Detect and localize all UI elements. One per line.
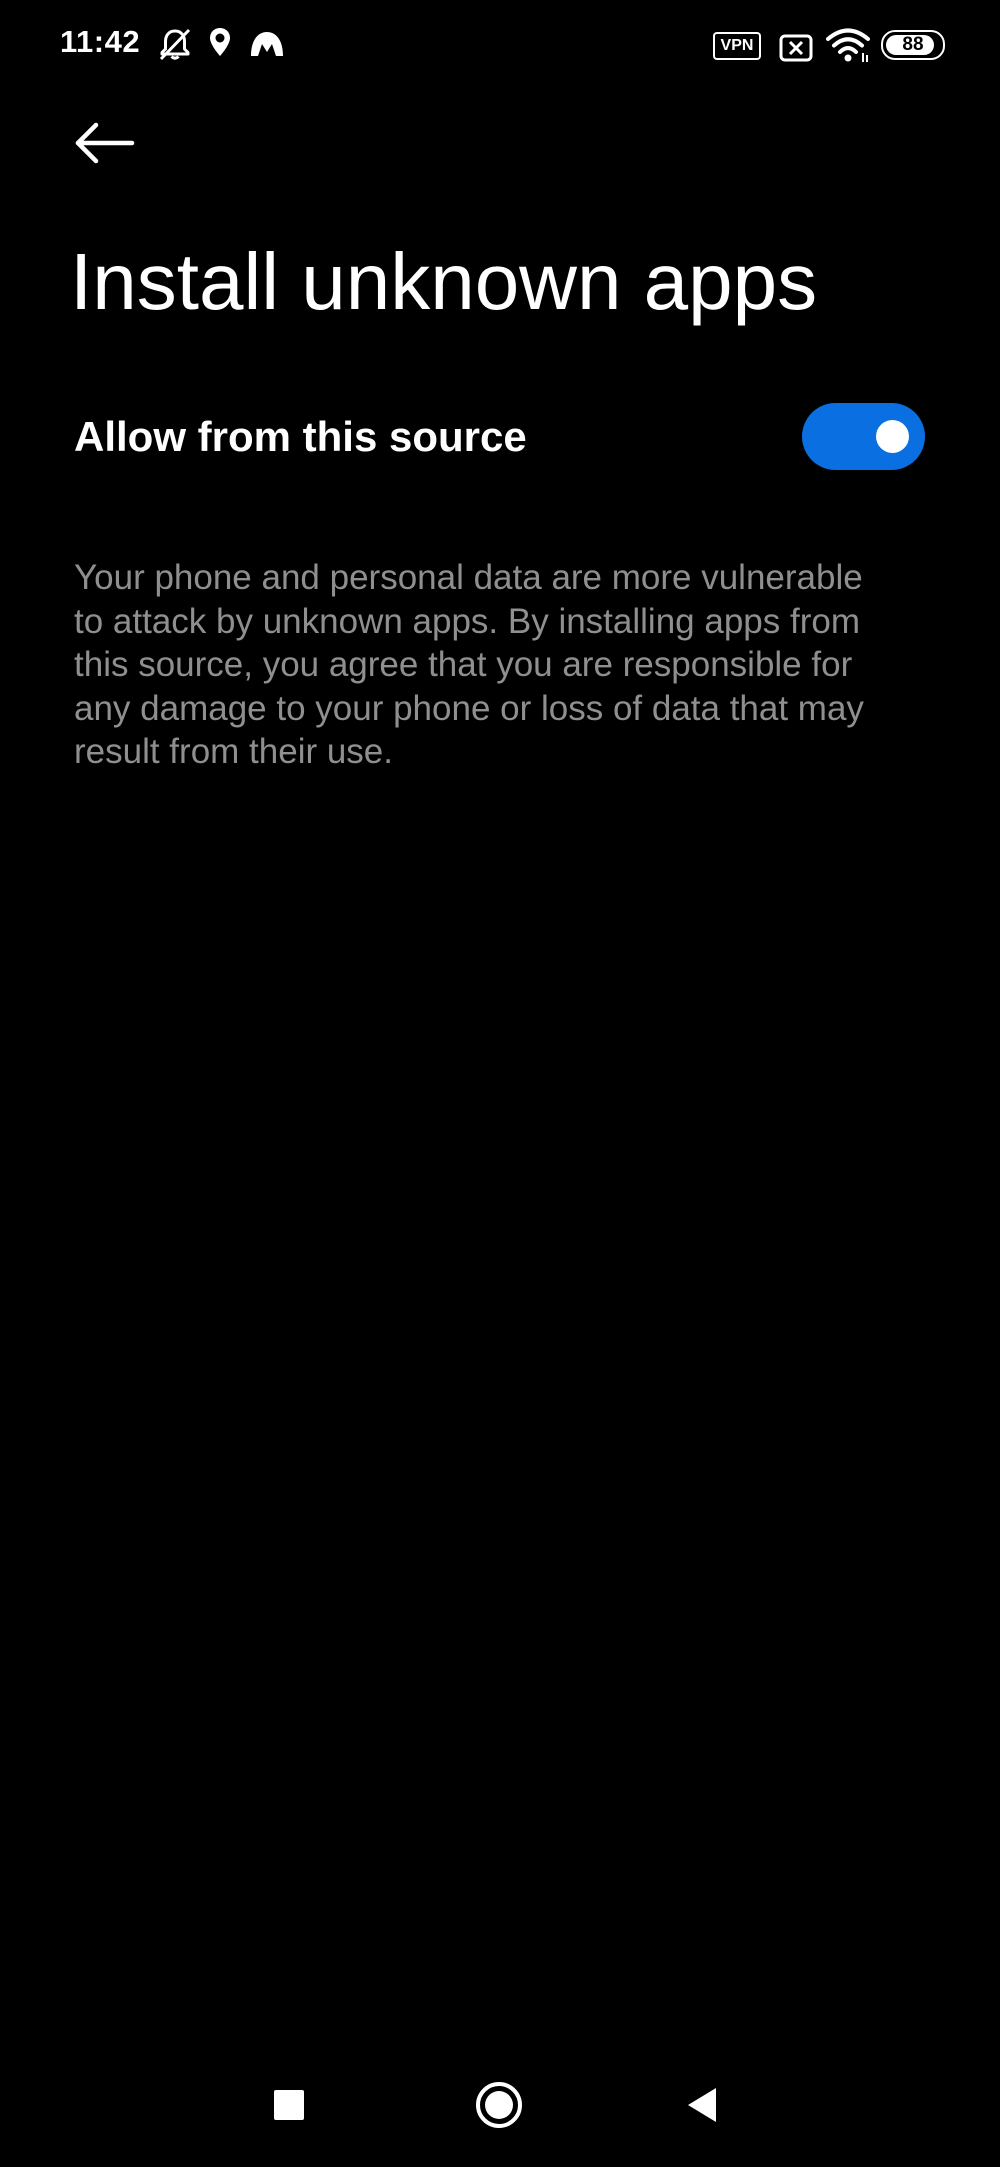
allow-source-toggle[interactable] bbox=[802, 403, 925, 470]
wifi-icon bbox=[826, 28, 870, 62]
allow-source-setting-row[interactable]: Allow from this source bbox=[0, 378, 1000, 498]
battery-level-text: 88 bbox=[902, 34, 924, 55]
arrow-left-icon bbox=[75, 122, 135, 164]
status-time: 11:42 bbox=[60, 24, 141, 59]
warning-description: Your phone and personal data are more vu… bbox=[74, 558, 864, 772]
recents-square-icon[interactable] bbox=[272, 2088, 306, 2122]
notifications-off-icon bbox=[159, 28, 191, 61]
allow-source-label: Allow from this source bbox=[74, 413, 527, 460]
navigation-bar bbox=[0, 2060, 1000, 2150]
page-title: Install unknown apps bbox=[70, 237, 818, 326]
home-circle-icon[interactable] bbox=[475, 2081, 523, 2129]
toggle-knob bbox=[876, 420, 909, 453]
vpn-icon: VPN bbox=[713, 32, 761, 60]
status-bar: 11:42 VPN 88 bbox=[0, 0, 1000, 90]
battery-icon: 88 bbox=[881, 30, 945, 60]
sim-disabled-icon bbox=[779, 34, 813, 62]
back-triangle-icon[interactable] bbox=[684, 2086, 720, 2124]
back-button[interactable] bbox=[66, 110, 136, 180]
location-icon bbox=[210, 28, 230, 56]
app-notification-icon bbox=[251, 32, 283, 56]
